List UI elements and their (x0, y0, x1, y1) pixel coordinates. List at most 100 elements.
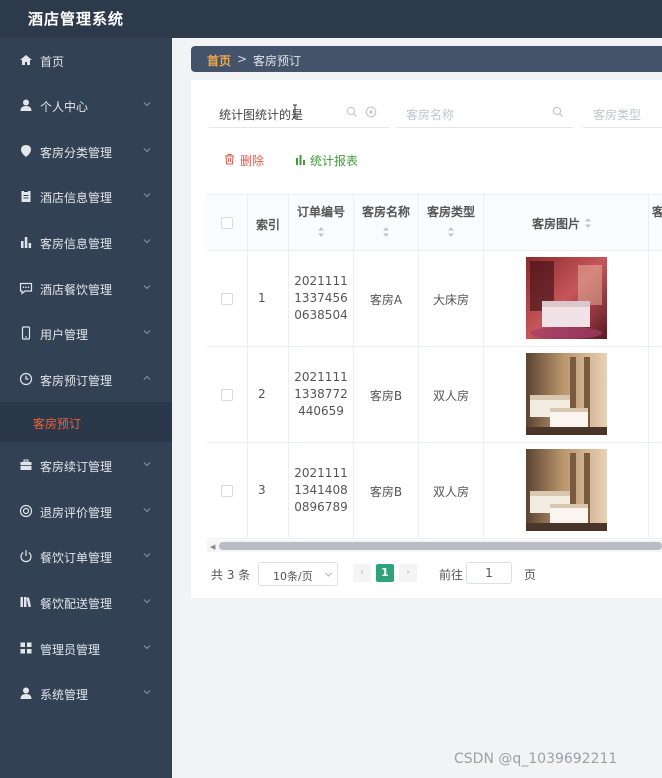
search-input-value: 统计图统计的是 (219, 108, 304, 122)
search-icon (346, 106, 357, 117)
room-type-placeholder: 客房类型 (593, 108, 642, 122)
row-index-cell: 2 (248, 347, 289, 443)
sidebar-item-dining-delivery[interactable]: 餐饮配送管理 (0, 580, 172, 625)
table-row (207, 251, 248, 347)
scrollbar-thumb[interactable] (219, 542, 662, 550)
room-type: 大床房 (432, 293, 469, 307)
row-room-image-cell (484, 347, 649, 443)
sidebar-item-label: 酒店餐饮管理 (40, 283, 113, 297)
sidebar-item-label: 餐饮订单管理 (40, 551, 113, 565)
row-order-no-cell: 2021111 1337456 0638504 (289, 251, 354, 347)
clear-icon[interactable] (365, 106, 377, 118)
row-checkbox[interactable] (221, 485, 233, 497)
breadcrumb-home-link[interactable]: 首页 (207, 52, 231, 69)
order-no-line: 0638504 (294, 308, 348, 322)
sidebar-item-admin-management[interactable]: 管理员管理 (0, 626, 172, 671)
sidebar-item-label: 首页 (40, 55, 65, 69)
room-photo-image[interactable] (526, 353, 607, 435)
goto-page-input[interactable]: 1 (466, 562, 512, 584)
row-checkbox[interactable] (221, 293, 233, 305)
chevron-down-icon (143, 599, 151, 604)
sidebar-item-dining-orders[interactable]: 餐饮订单管理 (0, 534, 172, 579)
bar-chart-icon (21, 237, 32, 248)
row-order-no-cell: 2021111 1341408 0896789 (289, 443, 354, 539)
room-type: 双人房 (432, 485, 469, 499)
briefcase-icon (20, 459, 32, 470)
app-title: 酒店管理系统 (28, 10, 125, 28)
room-name: 客房B (369, 389, 403, 403)
row-room-name-cell: 客房B (354, 347, 419, 443)
header-room-type-label: 客房类型 (426, 205, 475, 219)
sidebar-item-hotel-dining[interactable]: 酒店餐饮管理 (0, 266, 172, 311)
chevron-down-icon (143, 148, 151, 153)
room-photo-image[interactable] (526, 449, 607, 531)
page-size-select[interactable]: 10条/页 (258, 562, 338, 586)
clock-icon (19, 372, 33, 386)
horizontal-scrollbar[interactable]: ◀ (207, 540, 662, 552)
next-page-button[interactable]: › (399, 564, 417, 582)
pagination: 共 3 条 10条/页 ‹ 1 › 前往 1 页 (211, 558, 661, 588)
page-number-current[interactable]: 1 (376, 564, 394, 582)
sidebar-item-home[interactable]: 首页 (0, 38, 172, 83)
select-all-checkbox[interactable] (221, 217, 233, 229)
sidebar-item-room-category[interactable]: 客房分类管理 (0, 129, 172, 174)
order-no-line: 1341408 (294, 483, 348, 497)
sidebar-item-room-renewal[interactable]: 客房续订管理 (0, 443, 172, 488)
booking-table: 索引 订单编号 客房名称 客房类型 客房图片 客 1 2 (207, 194, 662, 540)
table-row (207, 443, 248, 539)
sort-icon[interactable] (382, 226, 390, 238)
table-header-room-name[interactable]: 客房名称 (354, 195, 419, 251)
main-content-card: 统计图统计的是 客房名称 客房类型 删除 统计报表 索引 订单编号 客房名称 客… (191, 80, 662, 598)
sidebar-subitem-room-booking[interactable]: 客房预订 (0, 402, 172, 442)
sidebar-item-label: 客房续订管理 (40, 460, 113, 474)
table-header-room-image[interactable]: 客房图片 (484, 195, 649, 251)
row-checkbox[interactable] (221, 389, 233, 401)
row-index: 3 (258, 483, 266, 497)
table-header-select (207, 195, 248, 251)
goto-label: 前往 (439, 568, 464, 582)
sidebar-item-label: 客房分类管理 (40, 146, 113, 160)
row-index-cell: 3 (248, 443, 289, 539)
row-room-type-cell: 双人房 (419, 347, 484, 443)
sidebar-item-room-booking[interactable]: 客房预订管理 (0, 357, 172, 402)
room-type-input[interactable]: 客房类型 (583, 96, 662, 128)
row-order-no-cell: 2021111 1338772 440659 (289, 347, 354, 443)
sidebar-item-room-info[interactable]: 客房信息管理 (0, 220, 172, 265)
breadcrumb-separator: > (237, 52, 248, 66)
sort-icon[interactable] (584, 217, 592, 229)
sort-icon[interactable] (447, 226, 455, 238)
row-index: 1 (258, 291, 266, 305)
table-header-order-no[interactable]: 订单编号 (289, 195, 354, 251)
prev-page-button[interactable]: ‹ (353, 564, 371, 582)
row-next-cell (649, 347, 662, 443)
search-input-stat[interactable]: 统计图统计的是 (209, 96, 389, 128)
delete-button-label: 删除 (240, 154, 265, 168)
sidebar-item-checkout-review[interactable]: 退房评价管理 (0, 489, 172, 534)
scroll-left-icon[interactable]: ◀ (210, 543, 215, 551)
sidebar-item-personal-center[interactable]: 个人中心 (0, 83, 172, 128)
chevron-down-icon (143, 690, 151, 695)
sidebar-item-user-management[interactable]: 用户管理 (0, 311, 172, 356)
chevron-down-icon (143, 330, 151, 335)
row-next-cell (649, 443, 662, 539)
order-no-line: 2021111 (294, 370, 348, 384)
sidebar-item-label: 管理员管理 (40, 643, 101, 657)
sort-icon[interactable] (317, 226, 325, 238)
text-cursor-icon (293, 104, 297, 118)
breadcrumb-current: 客房预订 (253, 54, 302, 68)
user-icon (20, 99, 32, 111)
row-next-cell (649, 251, 662, 347)
room-name-input[interactable]: 客房名称 (396, 96, 574, 128)
sidebar-item-label: 客房预订管理 (40, 374, 113, 388)
table-header-room-type[interactable]: 客房类型 (419, 195, 484, 251)
room-photo-image[interactable] (526, 257, 607, 339)
room-name-placeholder: 客房名称 (406, 108, 455, 122)
sidebar-item-hotel-info[interactable]: 酒店信息管理 (0, 174, 172, 219)
order-no-line: 1338772 (294, 387, 348, 401)
phone-icon (21, 326, 31, 340)
header-next-fragment: 客 (652, 203, 662, 220)
order-no-line: 2021111 (294, 466, 348, 480)
table-row (207, 347, 248, 443)
breadcrumb: 首页 > 客房预订 (191, 46, 662, 72)
sidebar-item-system-management[interactable]: 系统管理 (0, 671, 172, 716)
